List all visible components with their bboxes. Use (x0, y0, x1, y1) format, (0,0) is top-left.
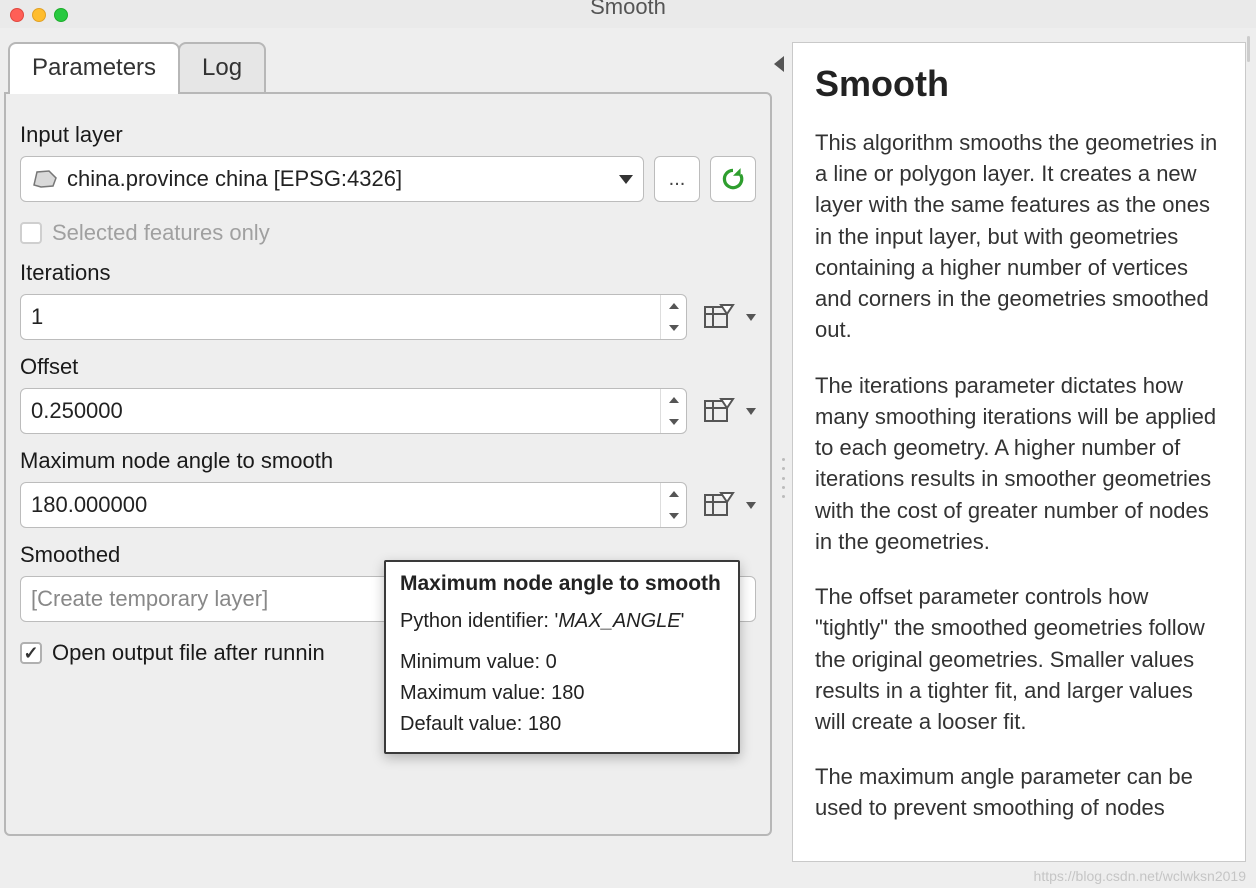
chevron-down-icon (746, 314, 756, 321)
window-title: Smooth (0, 0, 1256, 20)
data-defined-icon (703, 396, 737, 426)
tooltip-max-value: 180 (551, 682, 584, 704)
help-panel: Smooth This algorithm smooths the geomet… (792, 42, 1246, 862)
polygon-layer-icon (31, 169, 59, 189)
data-defined-icon (703, 302, 737, 332)
splitter-grip-icon (782, 458, 788, 498)
splitter[interactable] (780, 28, 792, 888)
tooltip-identifier-suffix: ' (681, 610, 685, 632)
offset-label: Offset (20, 354, 756, 380)
browse-layer-button[interactable]: ... (654, 156, 700, 202)
help-paragraph-3: The offset parameter controls how "tight… (815, 581, 1223, 737)
offset-spinner[interactable] (660, 389, 686, 433)
tooltip-min-value: 0 (546, 651, 557, 673)
chevron-down-icon (746, 408, 756, 415)
help-paragraph-4: The maximum angle parameter can be used … (815, 761, 1223, 823)
max-angle-input[interactable]: 180.000000 (20, 482, 687, 528)
iterations-data-defined-button[interactable] (697, 294, 743, 340)
reload-layer-button[interactable] (710, 156, 756, 202)
help-paragraph-1: This algorithm smooths the geometries in… (815, 127, 1223, 346)
smoothed-placeholder: [Create temporary layer] (31, 586, 268, 612)
iterations-spinner[interactable] (660, 295, 686, 339)
collapse-arrow-icon (774, 56, 784, 72)
data-defined-icon (703, 490, 737, 520)
parameter-tooltip: Maximum node angle to smooth Python iden… (384, 560, 740, 754)
max-angle-spinner[interactable] (660, 483, 686, 527)
iterations-value: 1 (31, 304, 660, 330)
max-angle-value: 180.000000 (31, 492, 660, 518)
help-title: Smooth (815, 63, 1223, 105)
tab-parameters[interactable]: Parameters (8, 42, 180, 94)
offset-input[interactable]: 0.250000 (20, 388, 687, 434)
tooltip-identifier-prefix: Python identifier: ' (400, 610, 558, 632)
reload-icon (720, 166, 746, 192)
title-bar: Smooth (0, 0, 1256, 28)
tooltip-min-label: Minimum value: (400, 651, 546, 673)
input-layer-label: Input layer (20, 122, 756, 148)
offset-value: 0.250000 (31, 398, 660, 424)
chevron-down-icon (746, 502, 756, 509)
offset-data-defined-button[interactable] (697, 388, 743, 434)
max-angle-data-defined-button[interactable] (697, 482, 743, 528)
selected-features-only-label: Selected features only (52, 220, 270, 246)
tab-log[interactable]: Log (178, 42, 266, 94)
tooltip-identifier: MAX_ANGLE (558, 610, 680, 632)
tooltip-title: Maximum node angle to smooth (400, 572, 724, 596)
open-output-checkbox[interactable] (20, 642, 42, 664)
tab-bar: Parameters Log (8, 42, 772, 94)
iterations-label: Iterations (20, 260, 756, 286)
help-paragraph-2: The iterations parameter dictates how ma… (815, 370, 1223, 557)
input-layer-value: china.province china [EPSG:4326] (67, 166, 402, 192)
iterations-input[interactable]: 1 (20, 294, 687, 340)
parameters-panel: Input layer china.province china [EPSG:4… (4, 92, 772, 836)
watermark: https://blog.csdn.net/wclwksn2019 (1034, 868, 1246, 884)
input-layer-combo[interactable]: china.province china [EPSG:4326] (20, 156, 644, 202)
selected-features-only-checkbox (20, 222, 42, 244)
tooltip-default-label: Default value: (400, 713, 528, 735)
open-output-label: Open output file after runnin (52, 640, 325, 666)
tooltip-default-value: 180 (528, 713, 561, 735)
max-angle-label: Maximum node angle to smooth (20, 448, 756, 474)
tooltip-max-label: Maximum value: (400, 682, 551, 704)
chevron-down-icon (619, 175, 633, 184)
